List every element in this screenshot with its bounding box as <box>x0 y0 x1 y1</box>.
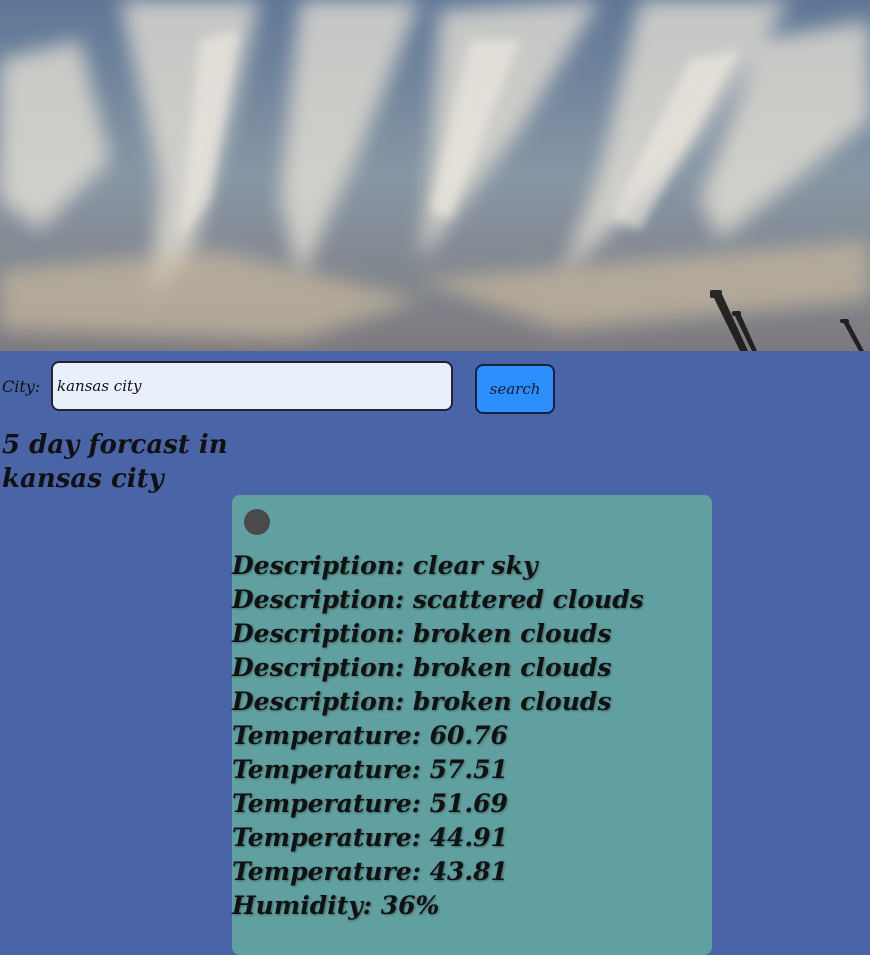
temperature-line: Temperature: 51.69 <box>232 789 508 818</box>
temperature-line: Temperature: 57.51 <box>232 755 508 784</box>
description-line: Description: clear sky <box>232 551 538 580</box>
description-line: Description: broken clouds <box>232 619 612 648</box>
search-button[interactable]: search <box>475 364 555 414</box>
city-label: City: <box>2 377 41 396</box>
temperature-line: Temperature: 44.91 <box>232 823 508 852</box>
search-bar: City: search <box>0 361 870 417</box>
city-search-input[interactable] <box>51 361 453 411</box>
description-line: Description: scattered clouds <box>232 585 644 614</box>
hero-sky-photo <box>0 0 870 351</box>
forecast-card: Description: clear sky Description: scat… <box>232 495 712 955</box>
forecast-heading: 5 day forcast in kansas city <box>2 430 228 494</box>
humidity-line: Humidity: 36% <box>232 891 440 920</box>
description-line: Description: broken clouds <box>232 653 612 682</box>
description-line: Description: broken clouds <box>232 687 612 716</box>
temperature-line: Temperature: 43.81 <box>232 857 508 886</box>
forecast-lines: Description: clear sky Description: scat… <box>232 549 644 923</box>
sky-illustration <box>0 0 870 351</box>
weather-icon <box>244 509 270 535</box>
temperature-line: Temperature: 60.76 <box>232 721 508 750</box>
